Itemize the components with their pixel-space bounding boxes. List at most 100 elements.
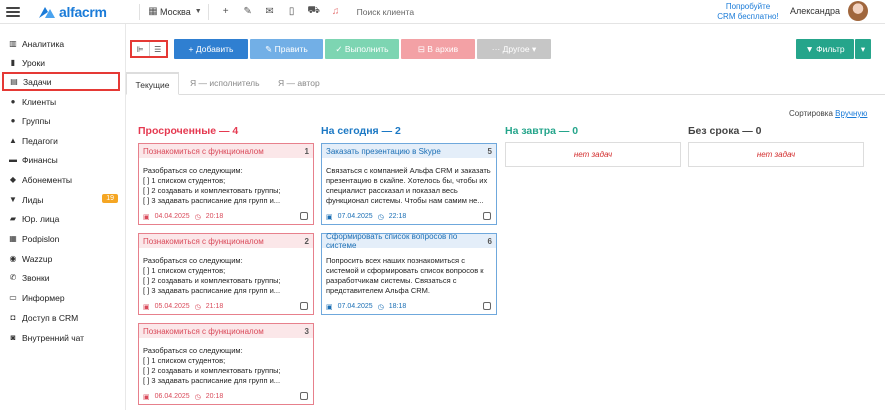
sidebar-item-teachers[interactable]: ▲ Педагоги (0, 131, 126, 150)
task-title[interactable]: Познакомиться с функционалом (143, 147, 264, 156)
sidebar-item-calls[interactable]: ✆ Звонки (0, 268, 126, 287)
user-name[interactable]: Александра (790, 6, 840, 16)
sidebar-item-label: Wazzup (22, 253, 53, 264)
filter-dropdown-toggle[interactable]: ▾ (855, 39, 871, 59)
task-title[interactable]: Сформировать список вопросов по системе (326, 232, 488, 250)
sidebar-item-label: Звонки (22, 272, 50, 283)
lock-icon: ◘ (10, 313, 16, 322)
task-line: [ ] 3 задавать расписание для групп и... (143, 376, 281, 385)
sidebar-item-label: Задачи (23, 76, 52, 87)
task-title[interactable]: Заказать презентацию в Skype (326, 147, 441, 156)
calendar-icon: ▣ (143, 394, 150, 401)
task-due: ▣ 07.04.2025 ◷ 18:18 (326, 303, 406, 311)
sidebar-item-wazzup[interactable]: ◉ Wazzup (0, 249, 126, 268)
task-card-header: Познакомиться с функционалом 2 (139, 234, 313, 248)
leads-count-badge: 19 (102, 194, 118, 203)
task-title[interactable]: Познакомиться с функционалом (143, 327, 264, 336)
sidebar-item-label: Лиды (22, 194, 44, 205)
logo[interactable]: alfacrm (38, 4, 133, 20)
sidebar-item-finances[interactable]: ▬ Финансы (0, 150, 126, 169)
task-checkbox[interactable] (300, 302, 308, 310)
sidebar-item-subscriptions[interactable]: ◆ Абонементы (0, 170, 126, 189)
sidebar-item-clients[interactable]: ● Клиенты (0, 92, 126, 111)
sort-label: Сортировка (789, 109, 833, 118)
sidebar-item-analytics[interactable]: ▥ Аналитика (0, 34, 126, 53)
task-date: 05.04.2025 (154, 303, 190, 310)
complete-button[interactable]: ✓ Выполнить (325, 39, 399, 59)
menu-icon[interactable] (6, 6, 20, 17)
task-card[interactable]: Заказать презентацию в Skype 5 Связаться … (321, 143, 497, 225)
task-due: ▣ 04.04.2025 ◷ 20:18 (143, 213, 223, 221)
task-checkbox[interactable] (483, 302, 491, 310)
tab-executor[interactable]: Я — исполнитель (190, 72, 260, 95)
clock-icon: ◷ (377, 214, 384, 221)
task-checkbox[interactable] (300, 392, 308, 400)
alfacrm-logo-icon (39, 6, 55, 18)
phone-icon[interactable]: ▯ (281, 6, 303, 17)
avatar[interactable] (848, 1, 868, 21)
list-view-icon[interactable]: ☰ (150, 42, 167, 56)
task-line: [ ] 2 создавать и комплектовать группы; (143, 366, 281, 375)
archive-button[interactable]: ⊟ В архив (401, 39, 475, 59)
column-title-no-deadline: Без срока — 0 (688, 125, 762, 137)
edit-button[interactable]: ✎ Править (250, 39, 323, 59)
clock-icon: ◷ (194, 214, 201, 221)
tab-author[interactable]: Я — автор (278, 72, 320, 95)
task-card-header: Познакомиться с функционалом 3 (139, 324, 313, 338)
task-line: представителем Альфа CRM. (326, 286, 430, 295)
briefcase-icon: ▰ (9, 214, 17, 223)
trial-line-2: CRM бесплатно! (717, 12, 779, 21)
sidebar-item-label: Podpislon (22, 233, 60, 244)
task-card[interactable]: Познакомиться с функционалом 2 Разобратьс… (138, 233, 314, 315)
task-checkbox[interactable] (483, 212, 491, 220)
bell-icon[interactable]: ♫ (325, 6, 347, 17)
sidebar-item-internal-chat[interactable]: ◙ Внутренний чат (0, 328, 126, 347)
task-number: 6 (487, 236, 492, 246)
sidebar-item-label: Аналитика (22, 38, 65, 49)
task-card[interactable]: Сформировать список вопросов по системе 6… (321, 232, 497, 315)
cart-icon[interactable]: ⛟ (303, 5, 325, 18)
sort-mode-link[interactable]: Вручную (835, 109, 867, 118)
ticket-icon: ◆ (9, 175, 17, 184)
sidebar-item-lessons[interactable]: ▮ Уроки (0, 53, 126, 72)
filter-button[interactable]: ▼ Фильтр (796, 39, 854, 59)
other-dropdown[interactable]: ··· Другое ▾ (477, 39, 551, 59)
clock-icon: ◷ (194, 394, 201, 401)
chat-icon: ◉ (9, 254, 17, 263)
kanban-view-icon[interactable]: ⊫ (132, 42, 150, 56)
task-title[interactable]: Познакомиться с функционалом (143, 237, 264, 246)
users-icon: ● (10, 116, 16, 125)
sidebar-item-crm-access[interactable]: ◘ Доступ в CRM (0, 308, 126, 327)
task-card-header: Заказать презентацию в Skype 5 (322, 144, 496, 158)
task-checkbox[interactable] (300, 212, 308, 220)
calendar-icon: ▣ (143, 304, 150, 311)
view-switch: ⊫ ☰ (130, 40, 168, 58)
trial-link[interactable]: Попробуйте CRM бесплатно! (708, 2, 788, 22)
task-card[interactable]: Познакомиться с функционалом 1 Разобратьс… (138, 143, 314, 225)
sidebar-item-tasks[interactable]: ▤ Задачи (2, 72, 120, 91)
tab-current[interactable]: Текущие (126, 72, 179, 95)
task-time: 18:18 (388, 303, 407, 310)
task-card-header: Сформировать список вопросов по системе 6 (322, 232, 496, 250)
sidebar-item-label: Информер (22, 292, 65, 303)
book-icon: ▮ (10, 58, 16, 67)
monitor-icon: ▭ (9, 293, 17, 302)
city-select[interactable]: ▦ Москва ▼ (146, 6, 201, 17)
mail-icon[interactable]: ✉ (259, 6, 281, 17)
sidebar-item-label: Доступ в CRM (22, 312, 79, 323)
search-input[interactable]: Поиск клиента (357, 7, 414, 17)
task-card[interactable]: Познакомиться с функционалом 3 Разобратьс… (138, 323, 314, 405)
task-date: 06.04.2025 (154, 393, 190, 400)
task-line: Связаться с компанией Альфа CRM и заказа… (326, 166, 491, 175)
sidebar-item-groups[interactable]: ● Группы (0, 111, 126, 130)
logo-text: alfacrm (59, 3, 107, 20)
sidebar-item-podpislon[interactable]: ▦ Podpislon (0, 229, 126, 248)
plus-icon[interactable]: + (215, 6, 237, 17)
sidebar-item-leads[interactable]: ▼ Лиды 19 (0, 190, 126, 209)
wrench-icon[interactable]: ✎ (237, 6, 259, 17)
sidebar-item-legal-entities[interactable]: ▰ Юр. лица (0, 209, 126, 228)
sidebar-item-informer[interactable]: ▭ Информер (0, 288, 126, 307)
task-number: 3 (304, 326, 309, 336)
add-button[interactable]: + Добавить (174, 39, 248, 59)
task-line: [ ] 1 списком студентов; (143, 356, 226, 365)
